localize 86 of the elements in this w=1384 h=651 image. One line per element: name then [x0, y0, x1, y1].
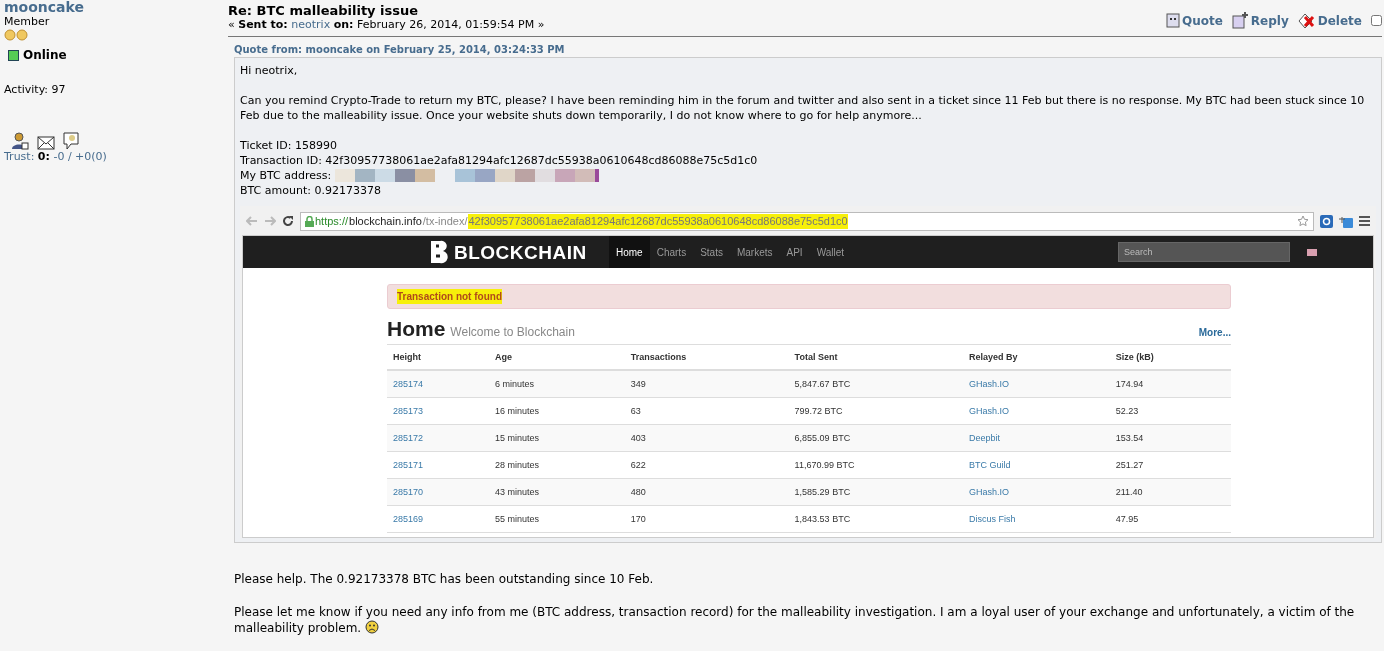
nav-tab[interactable]: Wallet [809, 236, 852, 268]
recipient-link[interactable]: neotrix [291, 18, 331, 31]
logo-icon [428, 240, 450, 264]
rank-coins-icon [4, 29, 29, 41]
quote-header[interactable]: Quote from: mooncake on February 25, 2014, 03:24:33 PM [234, 44, 1382, 55]
quote-text: Hi neotrix, [240, 63, 299, 78]
table-cell: 47.95 [1109, 505, 1231, 533]
trust-score: Trust: 0: -0 / +0(0) [4, 150, 108, 163]
user-profile-icon[interactable] [11, 132, 29, 150]
new-page-icon [1231, 12, 1249, 29]
lock-icon [305, 215, 314, 227]
body-paragraph: Please help. The 0.92173378 BTC has been outstanding since 10 Feb. [234, 571, 655, 587]
table-cell: 63 [624, 397, 789, 425]
speech-bubble-icon[interactable] [63, 132, 79, 150]
table-cell: 1,843.53 BTC [788, 505, 963, 533]
block-height-link[interactable]: 285173 [393, 405, 424, 416]
table-cell: 251.27 [1109, 451, 1231, 479]
delete-icon [1297, 12, 1316, 29]
body-paragraph: Please let me know if you need any info from me (BTC address, transaction record) for the malleability investigation. I am a loyal user of your exchange and unfortunately, a victim of the malleability problem. [234, 604, 1356, 636]
nav-tab[interactable]: Home [609, 236, 650, 268]
select-checkbox[interactable] [1371, 15, 1382, 26]
relay-link[interactable]: GHash.IO [968, 486, 1009, 497]
block-height-link[interactable]: 285170 [393, 486, 424, 497]
delete-button[interactable]: Delete [1297, 12, 1362, 29]
menu-icon[interactable] [1359, 216, 1370, 226]
brand-name[interactable]: BLOCKCHAIN [454, 244, 587, 260]
address-label: My BTC address: [240, 168, 332, 183]
table-cell: 5,847.67 BTC [788, 370, 963, 398]
block-height-link[interactable]: 285172 [393, 432, 424, 443]
nav-tab[interactable]: Stats [693, 236, 730, 268]
table-cell: 16 minutes [488, 397, 625, 425]
sent-info: « Sent to: neotrix on: February 26, 2014, 01:59:54 PM » [228, 18, 545, 31]
nav-tab[interactable]: Charts [649, 236, 694, 268]
star-icon[interactable] [1297, 215, 1309, 227]
extension-icon[interactable] [1320, 214, 1333, 228]
translate-icon[interactable] [1339, 214, 1353, 228]
block-height-link[interactable]: 285171 [393, 459, 424, 470]
page-subheading: Welcome to Blockchain [450, 325, 575, 340]
table-cell: 622 [624, 451, 789, 479]
quote-text: Transaction ID: 42f30957738061ae2afa81294afc12687dc55938a0610648cd86088e75c5d1c0 [240, 153, 759, 168]
table-cell: 11,670.99 BTC [788, 451, 963, 479]
relay-link[interactable]: GHash.IO [968, 405, 1009, 416]
activity-label: Activity: 97 [4, 83, 67, 96]
table-cell: 349 [624, 370, 789, 398]
sad-face-icon [365, 620, 379, 634]
table-cell: 174.94 [1109, 370, 1231, 398]
amount-text: BTC amount: 0.92173378 [240, 183, 382, 198]
table-cell: 55 minutes [488, 505, 625, 533]
post-title[interactable]: Re: BTC malleability issue [228, 3, 545, 18]
table-cell: 1,585.29 BTC [788, 478, 963, 506]
table-cell: 15 minutes [488, 424, 625, 452]
more-link[interactable]: More... [1198, 325, 1231, 340]
table-cell: 799.72 BTC [788, 397, 963, 425]
block-height-link[interactable]: 285169 [393, 513, 424, 524]
table-cell: 6,855.09 BTC [788, 424, 963, 452]
envelope-icon[interactable] [37, 136, 55, 150]
quote-text: Can you remind Crypto-Trade to return my BTC, please? I have been reminding him in the forum and twitter and also sent in a ticket since 11 Feb but there is no response. My BTC had been stuck since 10 Feb due to the malleability issue. Once your website shuts down temporarily, I do not know where to go for help anymore... [240, 93, 1366, 123]
page-heading: Home [387, 321, 446, 336]
relay-link[interactable]: Discus Fish [968, 513, 1016, 524]
nav-tab[interactable]: API [779, 236, 810, 268]
online-status: Online [23, 48, 67, 62]
quote-button[interactable]: Quote [1166, 13, 1223, 28]
table-cell: 403 [624, 424, 789, 452]
table-cell: 170 [624, 505, 789, 533]
table-cell: 52.23 [1109, 397, 1231, 425]
rank-label: Member [4, 15, 51, 28]
flag-icon[interactable] [1307, 248, 1317, 256]
relay-link[interactable]: BTC Guild [968, 459, 1011, 470]
table-cell: 6 minutes [488, 370, 625, 398]
table-cell: 480 [624, 478, 789, 506]
address-bar[interactable]: https://blockchain.info/tx-index/42f30957738061ae2afa81294afc12687dc55938a0610648cd86088e75c5d1c0 [300, 211, 1314, 231]
relay-link[interactable]: Deepbit [968, 432, 1000, 443]
relay-link[interactable]: GHash.IO [968, 378, 1009, 389]
reply-button[interactable]: Reply [1231, 12, 1289, 29]
quote-text: Ticket ID: 158990 [240, 138, 338, 153]
reload-icon[interactable] [282, 215, 294, 227]
nav-tab[interactable]: Markets [729, 236, 780, 268]
alert-text: Transaction not found [397, 289, 502, 304]
poster-name[interactable]: mooncake [4, 0, 220, 15]
table-cell: 28 minutes [488, 451, 625, 479]
table-cell: 211.40 [1109, 478, 1231, 506]
table-cell: 153.54 [1109, 424, 1231, 452]
quote-icon [1166, 13, 1180, 28]
search-field[interactable]: Search [1118, 242, 1290, 262]
block-height-link[interactable]: 285174 [393, 378, 424, 389]
table-cell: 43 minutes [488, 478, 625, 506]
